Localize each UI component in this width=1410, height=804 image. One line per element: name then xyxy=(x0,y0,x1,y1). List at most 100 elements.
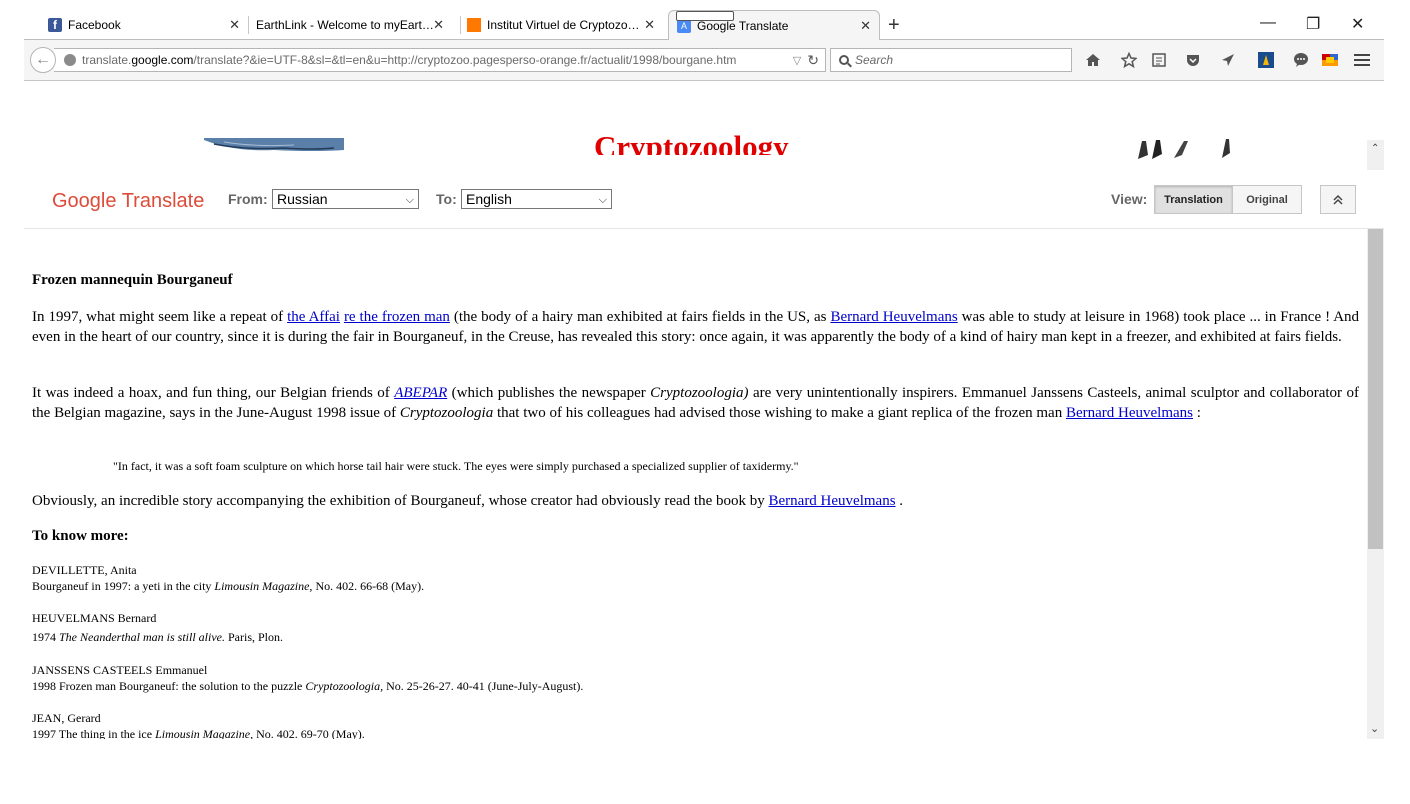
from-language-select[interactable]: Russian ⌵ xyxy=(272,189,419,209)
text: No. 402. 69-70 (May). xyxy=(253,727,365,739)
to-language-select[interactable]: English ⌵ xyxy=(461,189,612,209)
site-title: Cryptozoology xyxy=(594,129,789,155)
back-button[interactable]: ← xyxy=(30,47,56,73)
text: 1998 Frozen man Bourganeuf: the solution… xyxy=(32,679,306,693)
italic-text: Limousin Magazine, xyxy=(155,727,254,739)
extension-icon[interactable] xyxy=(1256,50,1276,70)
google-translate-logo[interactable]: Google Translate xyxy=(52,190,204,213)
search-input[interactable]: Search xyxy=(830,48,1072,72)
text: In 1997, what might seem like a repeat o… xyxy=(32,309,288,325)
reading-list-icon[interactable] xyxy=(1149,50,1169,70)
reference-author: JANSSENS CASTEELS Emmanuel xyxy=(32,663,208,677)
chat-icon[interactable] xyxy=(1291,50,1311,70)
minimize-button[interactable]: — xyxy=(1260,14,1276,32)
link-frozen-man[interactable]: re the frozen man xyxy=(344,309,450,325)
paragraph-1: In 1997, what might seem like a repeat o… xyxy=(32,307,1359,347)
view-label: View: xyxy=(1111,191,1148,207)
tab-earthlink[interactable]: EarthLink - Welcome to myEart… ✕ xyxy=(256,10,452,40)
tab-label: Google Translate xyxy=(697,19,789,33)
reference-author: JEAN, Gerard xyxy=(32,711,101,725)
restore-button[interactable]: ❐ xyxy=(1306,14,1320,34)
text: : xyxy=(1193,405,1201,421)
orange-icon xyxy=(467,18,481,32)
reference-citation: 1997 The thing in the ice Limousin Magaz… xyxy=(32,726,365,739)
facebook-icon: f xyxy=(48,18,62,32)
chevron-down-icon: ⌵ xyxy=(405,194,414,206)
text: (which publishes the newspaper xyxy=(447,385,651,401)
link-bernard-heuvelmans[interactable]: Bernard Heuvelmans xyxy=(1066,405,1193,421)
flag-extension-icon[interactable] xyxy=(1320,50,1340,70)
text: Bourganeuf in 1997: a yeti in the city xyxy=(32,579,215,593)
search-icon xyxy=(839,55,849,65)
url-bar[interactable]: translate.google.com/translate?&ie=UTF-8… xyxy=(54,48,826,72)
scrollbar-thumb[interactable] xyxy=(1368,229,1383,549)
text: 1997 The thing in the ice xyxy=(32,727,156,739)
send-icon[interactable] xyxy=(1218,50,1238,70)
double-chevron-up-icon xyxy=(1333,194,1343,205)
reload-icon[interactable]: ↻ xyxy=(807,52,819,69)
text: No. 25-26-27. 40-41 (June-July-August). xyxy=(383,679,584,693)
reference-item: DEVILLETTE, Anita Bourganeuf in 1997: a … xyxy=(32,562,424,594)
italic-text: Cryptozoologia) xyxy=(650,385,749,401)
tab-loading-indicator xyxy=(676,11,734,21)
from-language-value: Russian xyxy=(277,191,328,207)
italic-text: The Neanderthal man is still alive. xyxy=(59,630,225,644)
scroll-up-icon[interactable]: ⌃ xyxy=(1371,143,1379,154)
link-bernard-heuvelmans[interactable]: Bernard Heuvelmans xyxy=(830,309,957,325)
bookmark-star-icon[interactable] xyxy=(1119,50,1139,70)
header-scrollbar[interactable]: ⌃ xyxy=(1367,140,1384,170)
close-tab-icon[interactable]: ✕ xyxy=(229,17,240,33)
menu-icon[interactable] xyxy=(1352,50,1372,70)
site-info-icon[interactable] xyxy=(64,54,76,66)
paragraph-3: Obviously, an incredible story accompany… xyxy=(32,491,1359,511)
close-tab-icon[interactable]: ✕ xyxy=(644,17,655,33)
reference-citation: Bourganeuf in 1997: a yeti in the city L… xyxy=(32,578,424,594)
back-arrow-icon: ← xyxy=(35,51,51,68)
from-label: From: xyxy=(228,191,268,207)
translation-view-button[interactable]: Translation xyxy=(1154,185,1233,214)
article-title: Frozen mannequin Bourganeuf xyxy=(32,272,233,288)
url-text[interactable]: translate.google.com/translate?&ie=UTF-8… xyxy=(82,53,793,67)
reference-author: DEVILLETTE, Anita xyxy=(32,563,137,577)
close-tab-icon[interactable]: ✕ xyxy=(433,17,444,33)
tab-facebook[interactable]: f Facebook ✕ xyxy=(48,10,248,40)
text: (the body of a hairy man exhibited at fa… xyxy=(449,309,831,325)
url-dropdown-icon[interactable]: ▽ xyxy=(793,54,801,67)
reference-item: JANSSENS CASTEELS Emmanuel 1998 Frozen m… xyxy=(32,662,583,694)
link-bernard-heuvelmans[interactable]: Bernard Heuvelmans xyxy=(769,493,896,509)
text: . xyxy=(895,493,904,509)
tab-institut-virtuel[interactable]: Institut Virtuel de Cryptozo… ✕ xyxy=(467,10,663,40)
scroll-down-icon[interactable]: ⌄ xyxy=(1370,722,1379,735)
footprints-illustration xyxy=(1136,137,1246,161)
paragraph-2: It was indeed a hoax, and fun thing, our… xyxy=(32,383,1359,423)
original-view-button[interactable]: Original xyxy=(1232,185,1302,214)
text: Paris, Plon. xyxy=(225,630,284,644)
reference-item: JEAN, Gerard 1997 The thing in the ice L… xyxy=(32,710,365,739)
search-placeholder: Search xyxy=(855,53,894,67)
italic-text: Limousin Magazine, xyxy=(214,579,313,593)
url-prefix: translate. xyxy=(82,53,132,67)
collapse-bar-button[interactable] xyxy=(1320,185,1356,214)
link-abepar[interactable]: ABEPAR xyxy=(394,385,447,401)
chevron-down-icon: ⌵ xyxy=(598,194,607,206)
reference-item: HEUVELMANS Bernard 1974 The Neanderthal … xyxy=(32,610,283,645)
close-tab-icon[interactable]: ✕ xyxy=(860,18,871,34)
home-icon[interactable] xyxy=(1083,50,1103,70)
new-tab-button[interactable]: + xyxy=(888,14,900,37)
text: It was indeed a hoax, and fun thing, our… xyxy=(32,385,395,401)
close-window-button[interactable]: ✕ xyxy=(1351,14,1364,34)
google-translate-icon: A xyxy=(677,19,691,33)
text: 1974 xyxy=(32,630,59,644)
block-quote: "In fact, it was a soft foam sculpture o… xyxy=(113,459,799,473)
url-path: /translate?&ie=UTF-8&sl=&tl=en&u=http://… xyxy=(193,53,737,67)
text: that two of his colleagues had advised t… xyxy=(493,405,1066,421)
pocket-icon[interactable] xyxy=(1183,50,1203,70)
reference-citation: 1974 The Neanderthal man is still alive.… xyxy=(32,629,283,645)
link-the-affair[interactable]: the Affai xyxy=(287,309,340,325)
text: Obviously, an incredible story accompany… xyxy=(32,493,769,509)
italic-text: Cryptozoologia, xyxy=(305,679,384,693)
to-label: To: xyxy=(436,191,457,207)
page-header: Cryptozoology Google Translate From: Rus… xyxy=(24,81,1384,229)
tab-label: EarthLink - Welcome to myEart… xyxy=(256,18,434,32)
reference-author: HEUVELMANS Bernard xyxy=(32,611,157,625)
